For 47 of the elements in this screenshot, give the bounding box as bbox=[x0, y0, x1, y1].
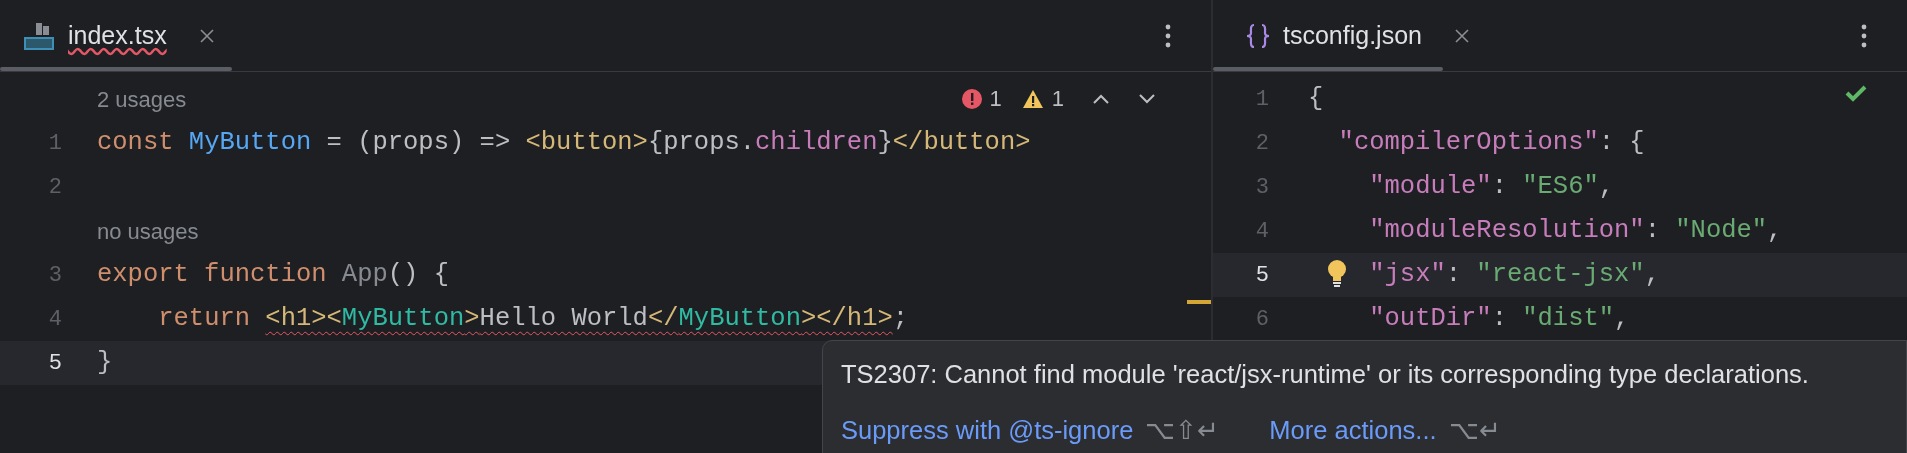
code-line: { bbox=[1308, 83, 1324, 113]
code-line: } bbox=[97, 347, 113, 377]
more-icon[interactable] bbox=[1165, 23, 1171, 48]
line-number: 2 bbox=[48, 174, 62, 200]
shortcut-hint: ⌥↵ bbox=[1448, 415, 1501, 447]
line-number: 5 bbox=[1255, 262, 1269, 288]
file-icon bbox=[22, 20, 56, 51]
line-number: 6 bbox=[1255, 306, 1269, 332]
tab-label: index.tsx bbox=[68, 19, 167, 51]
error-message: TS2307: Cannot find module 'react/jsx-runtime' or its corresponding type declarations. bbox=[841, 359, 1810, 390]
line-number: 4 bbox=[1255, 218, 1269, 244]
code-line: "moduleResolution": "Node", bbox=[1369, 215, 1783, 245]
line-number: 1 bbox=[48, 130, 62, 156]
error-count[interactable]: 1 bbox=[989, 82, 1002, 115]
warning-marker[interactable] bbox=[1187, 300, 1211, 304]
chevron-down-icon[interactable] bbox=[1138, 92, 1156, 105]
more-icon[interactable] bbox=[1861, 23, 1867, 48]
line-number: 3 bbox=[48, 262, 62, 288]
line-number: 1 bbox=[1255, 86, 1269, 112]
close-icon[interactable] bbox=[1453, 27, 1470, 44]
file-tab[interactable]: index.tsx bbox=[0, 0, 231, 71]
line-number: 2 bbox=[1255, 130, 1269, 156]
code-line: "module": "ES6", bbox=[1369, 171, 1615, 201]
error-icon bbox=[961, 88, 982, 109]
warning-count[interactable]: 1 bbox=[1051, 82, 1064, 115]
line-number: 3 bbox=[1255, 174, 1269, 200]
usage-hint[interactable]: 2 usages bbox=[97, 82, 187, 116]
usage-hint[interactable]: no usages bbox=[97, 214, 199, 248]
close-icon[interactable] bbox=[198, 27, 215, 44]
file-tab[interactable]: tsconfig.json bbox=[1213, 0, 1486, 71]
action-link[interactable]: More actions... bbox=[1269, 411, 1437, 450]
line-number: 5 bbox=[48, 350, 62, 376]
shortcut-hint: ⌥⇧↵ bbox=[1145, 415, 1220, 447]
lightbulb-icon[interactable] bbox=[1327, 259, 1347, 289]
code-line: return <h1><MyButton>Hello World</MyButton></h1>; bbox=[158, 303, 909, 333]
tab-label: tsconfig.json bbox=[1283, 19, 1422, 51]
code-line: export function App() { bbox=[97, 259, 449, 289]
chevron-up-icon[interactable] bbox=[1092, 92, 1110, 105]
code-line: "compilerOptions": { bbox=[1338, 127, 1645, 157]
code-line: const MyButton = (props) => <button>{props.children}</button> bbox=[97, 127, 1031, 157]
warning-icon bbox=[1021, 88, 1044, 109]
line-number: 4 bbox=[48, 306, 62, 332]
code-line: "outDir": "dist", bbox=[1369, 303, 1630, 333]
check-icon bbox=[1845, 84, 1867, 102]
braces-icon bbox=[1245, 21, 1271, 50]
code-line: "jsx": "react-jsx", bbox=[1369, 259, 1660, 289]
action-link[interactable]: Suppress with @ts-ignore bbox=[841, 411, 1134, 450]
